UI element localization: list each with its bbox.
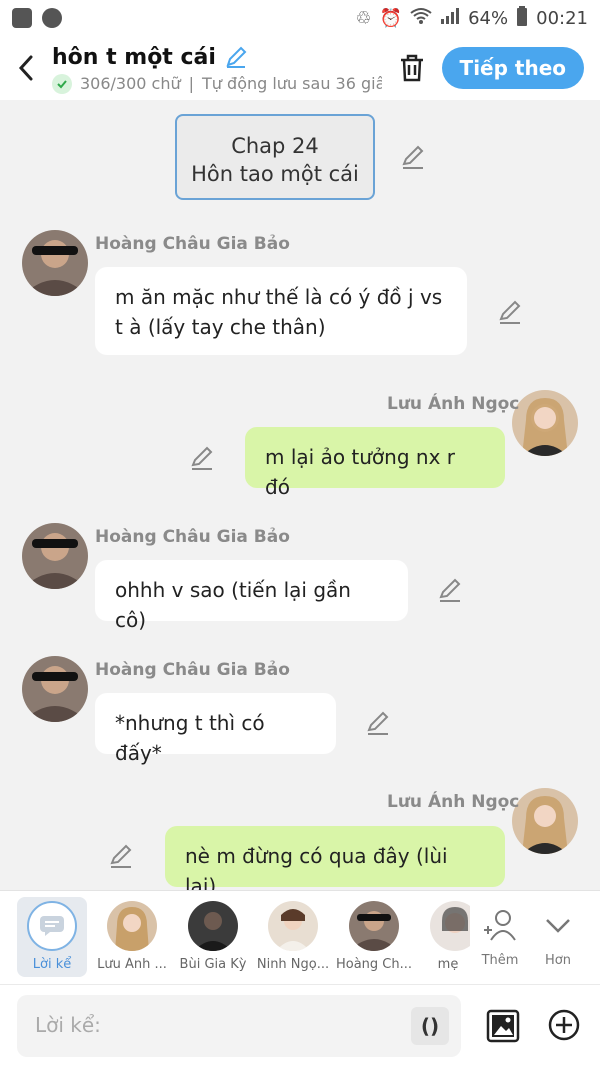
status-bar: ♲ ⏰ 64% 00:21 <box>0 0 600 36</box>
alarm-icon: ⏰ <box>379 7 403 29</box>
character-me[interactable]: mẹ <box>414 897 470 972</box>
avatar-luu-anh-ngoc[interactable] <box>512 788 578 854</box>
recycle-icon: ♲ <box>355 7 372 29</box>
add-character-label: Thêm <box>481 953 519 968</box>
chapter-card[interactable]: Chap 24 Hôn tao một cái <box>175 114 375 200</box>
sender-name: Lưu Ánh Ngọc <box>387 394 520 414</box>
edit-message-icon[interactable] <box>497 299 523 325</box>
edit-message-icon[interactable] <box>365 710 391 736</box>
character-label: Lời kể <box>32 957 72 972</box>
character-luu-anh[interactable]: Lưu Ánh ... <box>92 897 172 972</box>
separator: | <box>188 74 195 93</box>
message-bubble[interactable]: ohhh v sao (tiến lại gần cô) <box>95 560 408 632</box>
chevron-left-icon <box>18 55 33 81</box>
check-icon <box>52 73 72 94</box>
edit-message-icon[interactable] <box>437 577 463 603</box>
edit-chapter-icon[interactable] <box>400 144 426 170</box>
compose-bar: Lời kể: () <box>0 984 600 1067</box>
avatar-luu-anh-ngoc[interactable] <box>512 390 578 456</box>
autosave-text: Tự động lưu sau 36 giâ <box>202 74 382 93</box>
character-label: Lưu Ánh ... <box>97 957 167 972</box>
character-label: Hoàng Ch... <box>335 957 413 972</box>
signal-icon <box>440 7 460 30</box>
char-count: 306/300 chữ <box>80 74 181 93</box>
sender-name: Hoàng Châu Gia Bảo <box>95 527 290 547</box>
input-placeholder: Lời kể: <box>35 1013 101 1037</box>
battery-icon <box>516 5 528 31</box>
chevron-down-icon <box>546 919 570 933</box>
sender-name: Hoàng Châu Gia Bảo <box>95 660 290 680</box>
character-narrator[interactable]: Lời kể <box>17 897 87 977</box>
trash-icon <box>400 54 423 82</box>
delete-button[interactable] <box>382 36 442 100</box>
wifi-icon <box>410 7 432 30</box>
sender-name: Lưu Ánh Ngọc <box>387 792 520 812</box>
chat-area[interactable]: Chap 24 Hôn tao một cái Hoàng Châu Gia B… <box>0 100 600 890</box>
message-bubble[interactable]: m lại ảo tưởng nx r đó <box>245 427 505 499</box>
narrator-icon <box>27 901 77 951</box>
parentheses-button[interactable]: () <box>411 1007 449 1045</box>
avatar-hoang-chau-gia-bao[interactable] <box>22 230 88 296</box>
character-avatar <box>188 901 238 951</box>
add-person-icon <box>484 910 516 941</box>
character-avatar <box>107 901 157 951</box>
edit-message-icon[interactable] <box>108 843 134 869</box>
chapter-title: Hôn tao một cái <box>191 162 359 186</box>
avatar-hoang-chau-gia-bao[interactable] <box>22 656 88 722</box>
edit-message-icon[interactable] <box>189 445 215 471</box>
add-character-button[interactable]: Thêm <box>470 897 530 968</box>
message-bubble[interactable]: *nhưng t thì có đấy* <box>95 693 336 765</box>
character-avatar <box>430 901 470 951</box>
character-label: Ninh Ngọ... <box>256 957 330 972</box>
battery-percent: 64% <box>468 7 509 29</box>
character-hoang-chau[interactable]: Hoàng Ch... <box>334 897 414 972</box>
story-title: hôn t một cái <box>52 44 216 70</box>
next-button[interactable]: Tiếp theo <box>441 47 584 89</box>
add-circle-icon[interactable] <box>548 1009 580 1041</box>
character-ninh-ngoc[interactable]: Ninh Ngọ... <box>253 897 333 972</box>
character-bui-gia-ky[interactable]: Bùi Gia Kỳ <box>173 897 253 972</box>
avatar-hoang-chau-gia-bao[interactable] <box>22 523 88 589</box>
back-button[interactable] <box>0 36 52 100</box>
youtube-icon <box>12 8 32 28</box>
clock: 00:21 <box>536 7 588 29</box>
more-characters-button[interactable]: Hơn <box>528 897 588 968</box>
character-avatar <box>349 901 399 951</box>
editor-header: hôn t một cái 306/300 chữ | Tự động lưu … <box>0 36 600 100</box>
edit-title-icon[interactable] <box>224 45 248 69</box>
message-bubble[interactable]: nè m đừng có qua đây (lùi lại) <box>165 826 505 890</box>
chapter-number: Chap 24 <box>231 134 319 158</box>
globe-icon <box>42 8 62 28</box>
message-bubble[interactable]: m ăn mặc như thế là có ý đồ j vs t à (lấ… <box>95 267 467 355</box>
sender-name: Hoàng Châu Gia Bảo <box>95 234 290 254</box>
character-selector: Lời kể Lưu Ánh ... Bùi Gia Kỳ Ninh Ngọ..… <box>0 890 600 984</box>
character-avatar <box>268 901 318 951</box>
character-label: Bùi Gia Kỳ <box>179 957 247 972</box>
more-label: Hơn <box>545 953 571 968</box>
character-label: mẹ <box>437 957 459 972</box>
insert-image-icon[interactable] <box>486 1009 520 1043</box>
narration-input[interactable]: Lời kể: () <box>17 995 461 1057</box>
